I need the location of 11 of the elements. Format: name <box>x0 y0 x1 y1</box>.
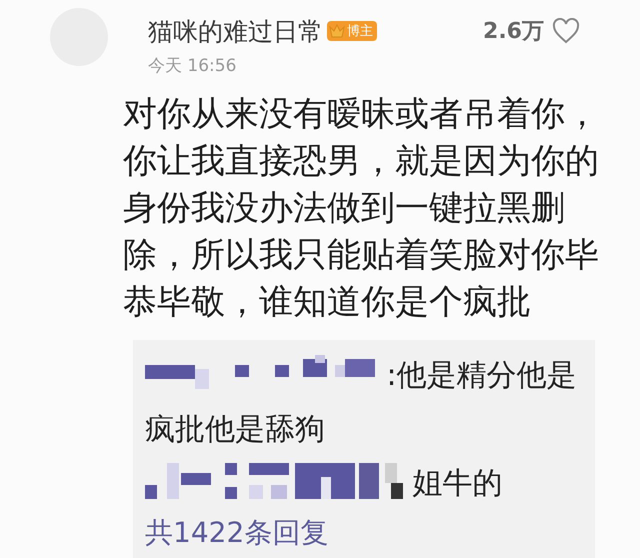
heart-icon[interactable] <box>552 18 580 44</box>
crown-icon <box>329 23 345 39</box>
reply-text: 疯批他是舔狗 <box>145 412 325 447</box>
comment-text: 对你从来没有暧昧或者吊着你，你让我直接恐男，就是因为你的身份我没办法做到一键拉黑删除，所以我只能贴着笑脸对你毕恭毕敬，谁知道你是个疯批 <box>123 93 600 324</box>
reply-count-link[interactable]: 共1422条回复 <box>145 514 595 552</box>
badge-label: 博主 <box>347 23 373 40</box>
reply-text: 姐牛的 <box>412 466 503 501</box>
reply-text: :他是精分他是 <box>386 358 577 393</box>
comment-time: 今天 16:56 <box>148 55 238 77</box>
like-count: 2.6万 <box>483 18 544 46</box>
author-name[interactable]: 猫咪的难过日常 <box>148 14 323 48</box>
